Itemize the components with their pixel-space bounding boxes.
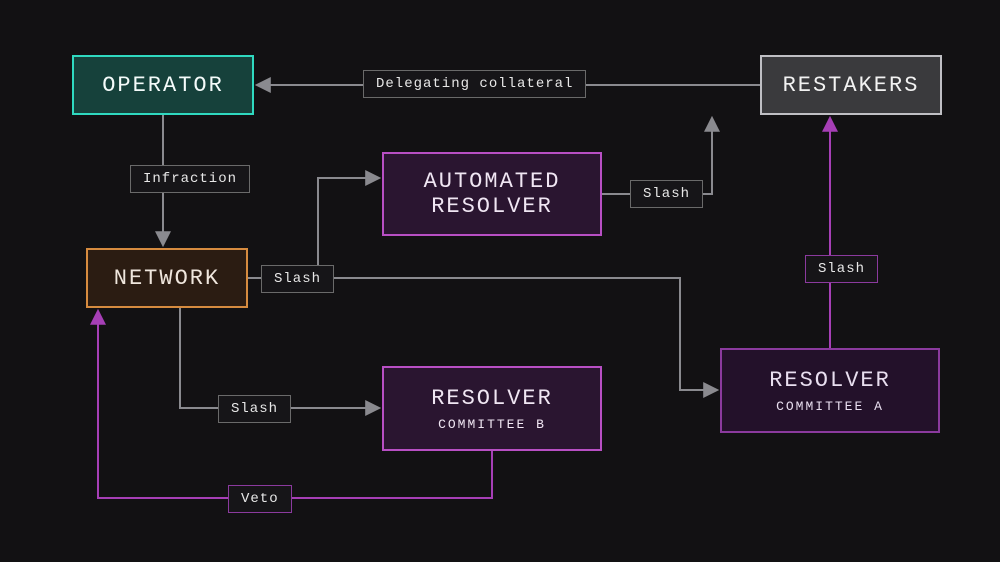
- node-restakers: RESTAKERS: [760, 55, 942, 115]
- edge-label-slash-resolver-a-restakers: Slash: [805, 255, 878, 283]
- node-automated-resolver-subtitle: RESOLVER: [431, 194, 553, 219]
- edge-label-slash-network-resolver-b: Slash: [218, 395, 291, 423]
- edge-label-veto: Veto: [228, 485, 292, 513]
- node-resolver-committee-a: RESOLVER COMMITTEE A: [720, 348, 940, 433]
- diagram-canvas: OPERATOR RESTAKERS NETWORK AUTOMATED RES…: [0, 0, 1000, 562]
- node-restakers-title: RESTAKERS: [783, 73, 920, 98]
- node-resolver-b-subtitle: COMMITTEE B: [438, 417, 546, 432]
- node-resolver-a-title: RESOLVER: [769, 368, 891, 393]
- node-resolver-b-title: RESOLVER: [431, 386, 553, 411]
- edge-label-slash-automated-restakers: Slash: [630, 180, 703, 208]
- edge-label-delegating-collateral: Delegating collateral: [363, 70, 586, 98]
- node-network-title: NETWORK: [114, 266, 220, 291]
- node-resolver-a-subtitle: COMMITTEE A: [776, 399, 884, 414]
- node-automated-resolver-title: AUTOMATED: [424, 169, 561, 194]
- node-network: NETWORK: [86, 248, 248, 308]
- node-operator: OPERATOR: [72, 55, 254, 115]
- node-operator-title: OPERATOR: [102, 73, 224, 98]
- node-automated-resolver: AUTOMATED RESOLVER: [382, 152, 602, 236]
- edge-label-slash-network-automated: Slash: [261, 265, 334, 293]
- edge-label-infraction: Infraction: [130, 165, 250, 193]
- node-resolver-committee-b: RESOLVER COMMITTEE B: [382, 366, 602, 451]
